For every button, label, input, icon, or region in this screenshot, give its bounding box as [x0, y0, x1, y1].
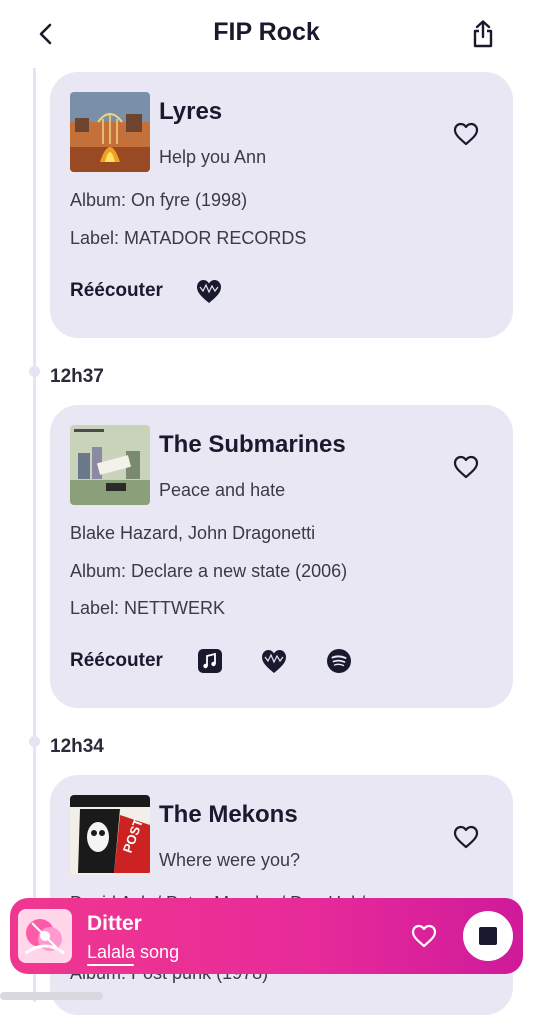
track-card-mekons[interactable]: POST The Mekons Where were you? David As…	[50, 775, 513, 1015]
player-cover	[18, 909, 72, 963]
composers-info: Blake Hazard, John Dragonetti	[70, 523, 316, 543]
mini-player[interactable]: Ditter Lalala song	[10, 898, 523, 974]
favorite-button[interactable]	[449, 117, 483, 151]
timeline-dot	[29, 736, 40, 747]
time-label: 12h37	[50, 366, 104, 387]
album-cover	[70, 92, 150, 172]
song-title: Help you Ann	[159, 147, 267, 167]
share-icon	[473, 20, 493, 48]
player-favorite-button[interactable]	[407, 919, 441, 953]
player-subtitle: Lalala song	[87, 942, 180, 962]
artist-name: The Mekons	[159, 801, 298, 828]
album-cover	[70, 425, 150, 505]
favorite-button[interactable]	[449, 820, 483, 854]
timeline-dot	[29, 366, 40, 377]
label-info: Label: MATADOR RECORDS	[70, 228, 307, 248]
favorite-button[interactable]	[449, 450, 483, 484]
replay-label: Réécouter	[70, 280, 163, 301]
stop-icon	[479, 927, 497, 945]
deezer-button[interactable]	[195, 277, 223, 305]
track-card-lyres[interactable]: Lyres Help you Ann Album: On fyre (1998)…	[50, 72, 513, 338]
spotify-button[interactable]	[325, 647, 353, 675]
home-indicator	[0, 992, 103, 1000]
spotify-icon	[327, 649, 351, 673]
player-progress	[87, 964, 134, 966]
artist-name: The Submarines	[159, 431, 346, 458]
deezer-icon	[262, 650, 286, 673]
page-title: FIP Rock	[213, 18, 320, 46]
deezer-button[interactable]	[260, 647, 288, 675]
header: FIP Rock	[0, 0, 533, 68]
heart-outline-icon	[411, 924, 437, 948]
album-info: Album: Declare a new state (2006)	[70, 561, 348, 581]
heart-outline-icon	[453, 122, 479, 146]
heart-outline-icon	[453, 455, 479, 479]
album-cover: POST	[70, 795, 150, 875]
heart-outline-icon	[453, 825, 479, 849]
label-info: Label: NETTWERK	[70, 598, 226, 618]
deezer-icon	[197, 280, 221, 303]
replay-label: Réécouter	[70, 650, 163, 671]
player-title: Ditter	[87, 912, 142, 935]
track-card-submarines[interactable]: The Submarines Peace and hate Blake Haza…	[50, 405, 513, 708]
apple-music-icon	[198, 649, 222, 673]
share-button[interactable]	[467, 16, 499, 52]
time-label: 12h34	[50, 736, 104, 757]
song-title: Where were you?	[159, 850, 301, 870]
artist-name: Lyres	[159, 98, 223, 125]
album-info: Album: On fyre (1998)	[70, 190, 248, 210]
song-title: Peace and hate	[159, 480, 286, 500]
apple-music-button[interactable]	[196, 647, 224, 675]
timeline-line	[33, 62, 36, 1002]
stop-button[interactable]	[463, 911, 513, 961]
